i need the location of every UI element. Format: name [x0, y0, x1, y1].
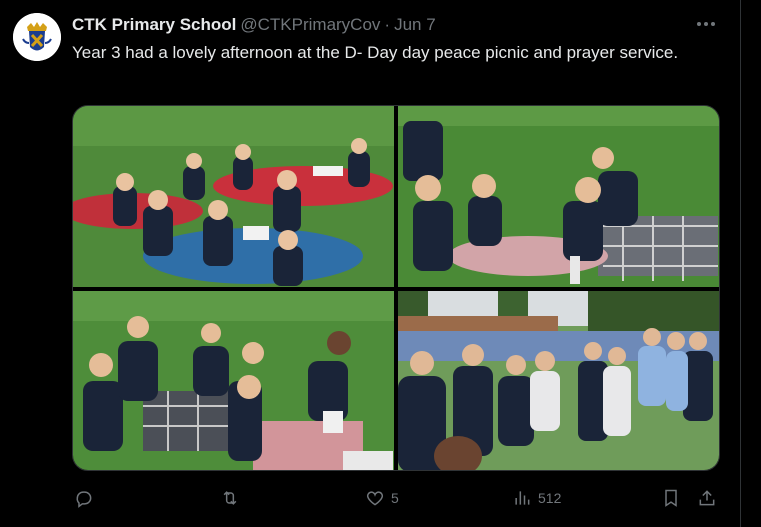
view-count: 512: [538, 490, 562, 506]
media-grid: [72, 105, 720, 471]
tweet[interactable]: CTK Primary School @CTKPrimaryCov · Jun …: [0, 0, 740, 527]
reply-button[interactable]: [74, 484, 100, 512]
repost-icon: [223, 491, 237, 505]
bookmark-button[interactable]: [661, 484, 681, 512]
repost-button[interactable]: [220, 484, 246, 512]
school-crest-icon: [13, 13, 61, 61]
bookmark-icon: [665, 489, 677, 507]
share-button[interactable]: [697, 484, 717, 512]
like-count: 5: [391, 490, 399, 506]
photo-1[interactable]: [73, 106, 394, 287]
separator-dot: ·: [384, 15, 391, 34]
photo-2[interactable]: [398, 106, 719, 287]
more-horizontal-icon: [697, 22, 701, 26]
author-handle[interactable]: @CTKPrimaryCov: [240, 15, 380, 35]
avatar[interactable]: [13, 13, 61, 61]
heart-icon: [366, 491, 384, 506]
tweet-text: Year 3 had a lovely afternoon at the D- …: [72, 43, 679, 62]
photo-4[interactable]: [398, 291, 719, 470]
like-button[interactable]: 5: [365, 484, 399, 512]
action-bar: 5 512: [72, 484, 720, 512]
more-button[interactable]: [694, 12, 718, 36]
scrollbar-track[interactable]: [741, 0, 761, 527]
tweet-header: CTK Primary School @CTKPrimaryCov · Jun …: [72, 14, 720, 36]
views-icon: [515, 491, 530, 505]
post-date[interactable]: Jun 7: [394, 15, 436, 35]
author-name[interactable]: CTK Primary School: [72, 15, 236, 35]
photo-3[interactable]: [73, 291, 394, 470]
reply-icon: [76, 491, 92, 508]
views-button[interactable]: 512: [512, 484, 561, 512]
share-icon: [699, 490, 715, 506]
